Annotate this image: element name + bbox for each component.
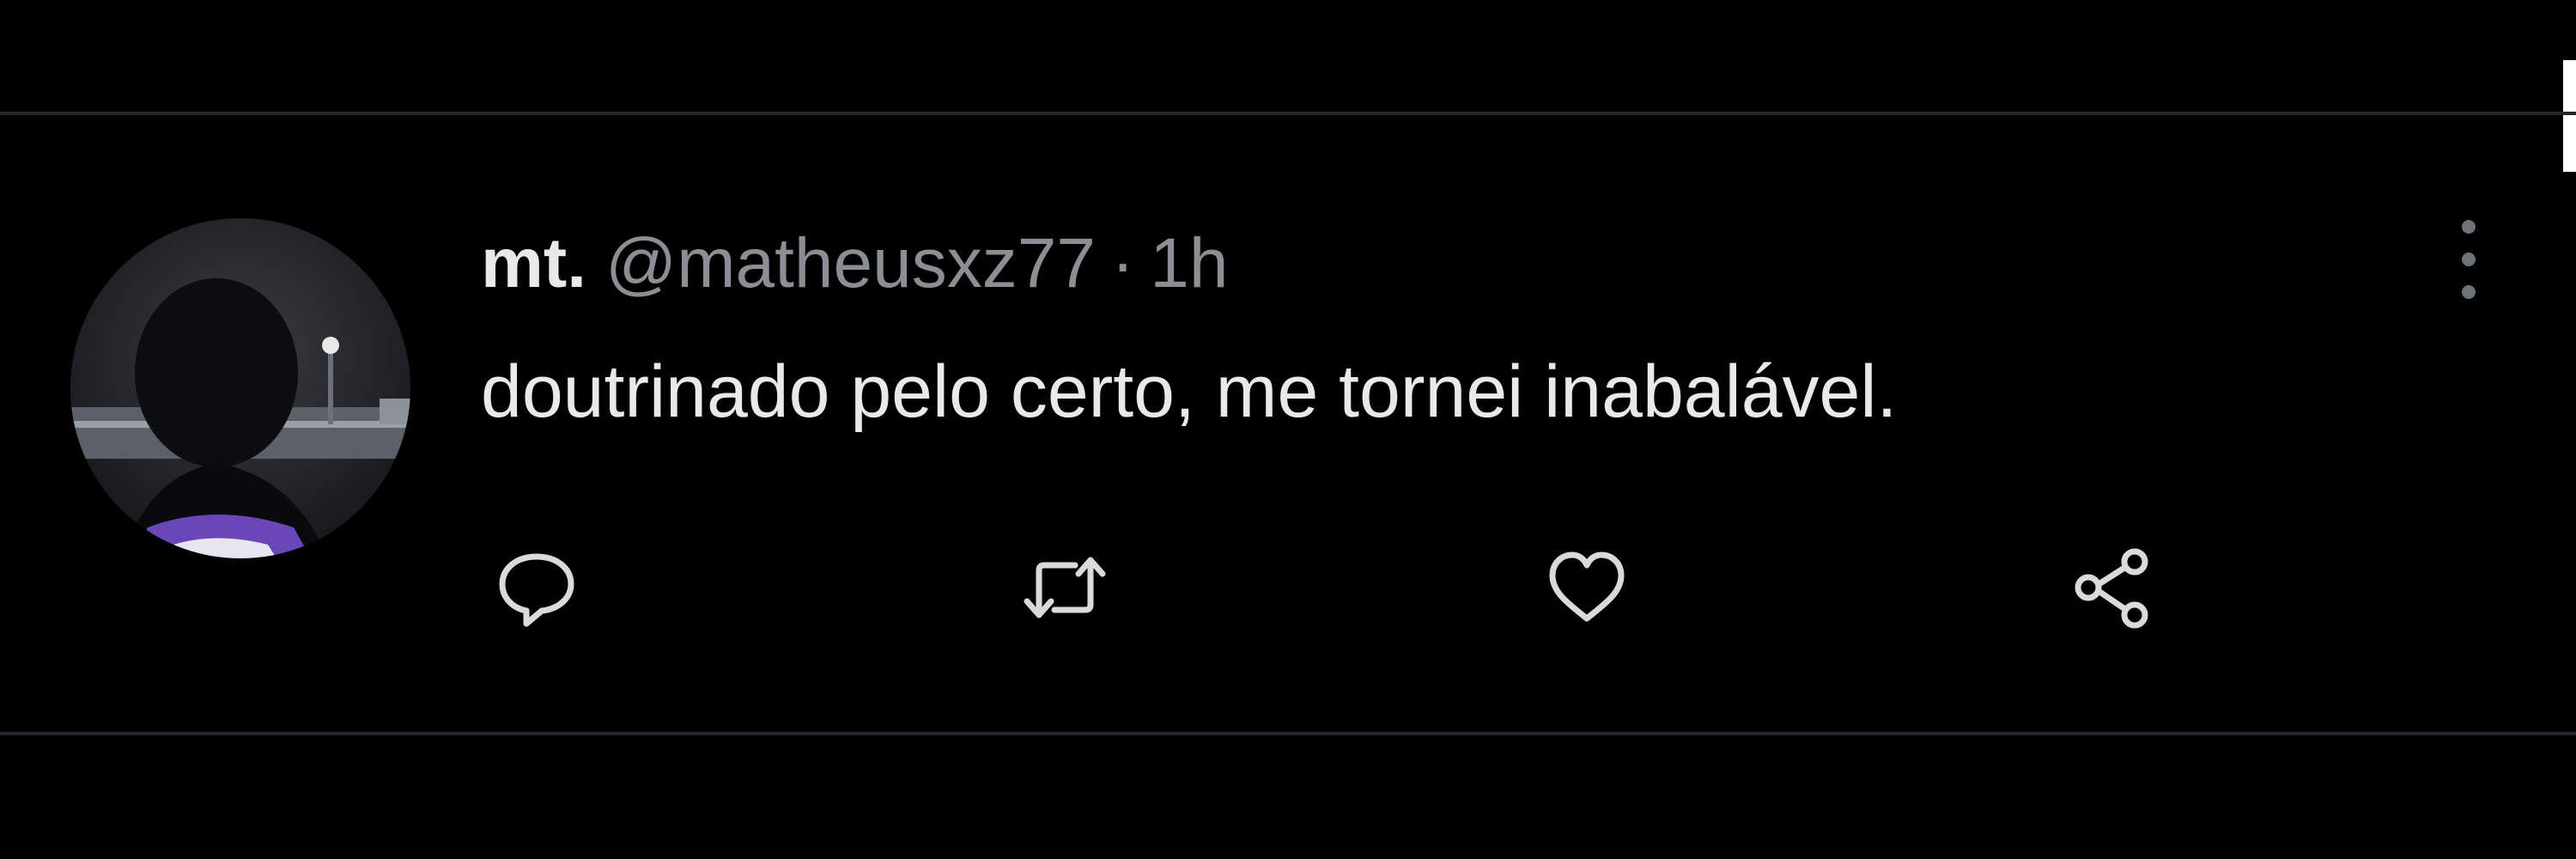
tweet-actions [0,527,2576,648]
share-button[interactable] [2052,527,2172,648]
heart-icon [1549,551,1625,622]
reply-button[interactable] [477,527,597,648]
display-name[interactable]: mt. [481,216,586,311]
retweet-icon [1024,557,1106,618]
header-separator: · [1110,224,1135,302]
user-handle[interactable]: @matheusxz77 [605,216,1096,311]
avatar-photo-icon [70,218,410,558]
bottom-divider [0,732,2576,735]
more-vertical-icon [2462,220,2476,299]
tweet-card[interactable]: mt. @matheusxz77 · 1h doutrinado pelo ce… [0,115,2576,732]
retweet-button[interactable] [1005,527,1125,648]
like-button[interactable] [1527,527,1647,648]
tweet-text: doutrinado pelo certo, me tornei inabalá… [481,350,1898,433]
more-options-button[interactable] [2443,208,2494,311]
avatar[interactable] [70,218,410,558]
tweet-header: mt. @matheusxz77 · 1h [481,216,1229,311]
timestamp[interactable]: 1h [1150,216,1228,311]
share-icon [2075,548,2148,629]
reply-icon [499,553,574,627]
